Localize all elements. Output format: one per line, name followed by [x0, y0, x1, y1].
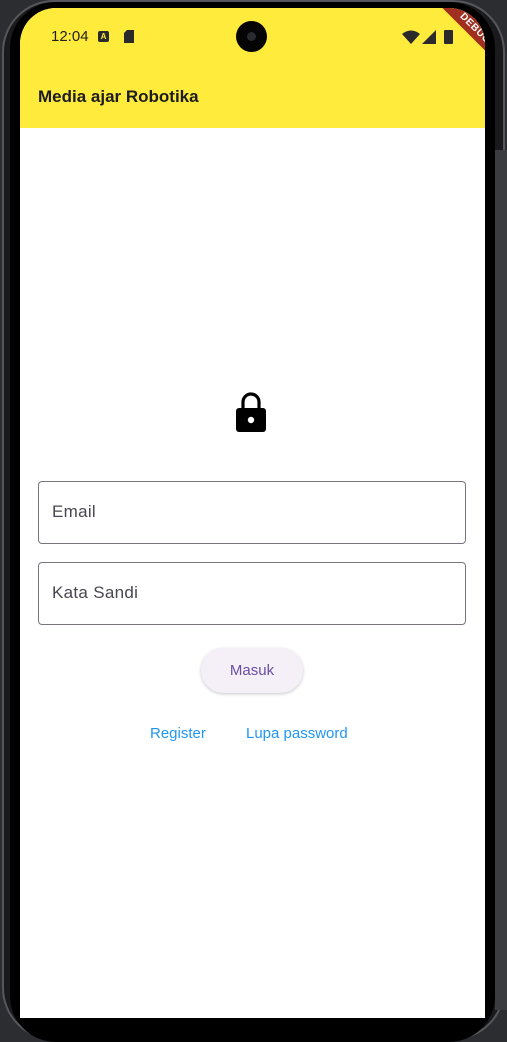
email-label: Email — [52, 502, 97, 521]
app-title: Media ajar Robotika — [38, 87, 199, 106]
password-field[interactable]: Kata Sandi — [38, 562, 466, 625]
register-link[interactable]: Register — [150, 725, 206, 742]
lock-icon — [236, 392, 266, 432]
email-field[interactable]: Email — [38, 481, 466, 544]
login-button[interactable]: Masuk — [201, 648, 303, 693]
signal-icon — [422, 30, 436, 44]
app-screen: 12:04 A Media ajar Robotika DEBUG Email … — [20, 8, 485, 1018]
front-camera — [236, 21, 267, 52]
app-bar: 12:04 A Media ajar Robotika — [20, 8, 485, 128]
sd-card-icon — [124, 30, 134, 43]
status-time: 12:04 — [51, 28, 89, 45]
forgot-password-link[interactable]: Lupa password — [246, 725, 348, 742]
battery-icon — [444, 30, 453, 44]
window-edge — [495, 150, 507, 1010]
password-label: Kata Sandi — [52, 583, 139, 602]
status-bar: 12:04 A — [20, 8, 485, 68]
wifi-icon — [402, 30, 420, 44]
notification-a-icon: A — [98, 31, 109, 42]
status-icons — [402, 30, 453, 44]
